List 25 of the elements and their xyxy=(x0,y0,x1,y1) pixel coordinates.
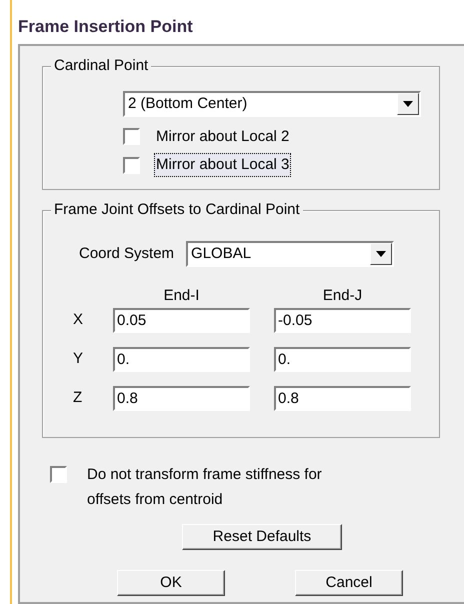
cancel-button[interactable]: Cancel xyxy=(295,570,403,596)
offset-field[interactable]: 0.8 xyxy=(113,386,250,410)
dropdown-arrow-icon xyxy=(403,101,413,107)
axis-label: Z xyxy=(73,388,84,408)
field-label: Coord System xyxy=(79,244,174,264)
offset-field[interactable]: 0.05 xyxy=(113,308,250,332)
checkbox[interactable] xyxy=(123,156,140,174)
checkbox-label: Mirror about Local 2 xyxy=(155,126,290,146)
checkbox-label: Mirror about Local 3 xyxy=(154,152,292,178)
coord-system-dropdown[interactable]: GLOBAL xyxy=(186,241,394,267)
reset-defaults-button[interactable]: Reset Defaults xyxy=(182,524,342,550)
offset-field[interactable]: -0.05 xyxy=(274,308,411,332)
column-header: End-J xyxy=(322,286,364,306)
axis-label: Y xyxy=(73,348,84,369)
cardinal-point-dropdown[interactable]: 2 (Bottom Center) xyxy=(123,91,421,117)
dropdown-arrow-icon xyxy=(376,251,386,257)
offset-field[interactable]: 0. xyxy=(274,346,411,372)
offset-field[interactable]: 0. xyxy=(113,346,250,372)
ok-button[interactable]: OK xyxy=(117,570,225,596)
checkbox-label: Do not transform frame stiffness for offsets from centroid xyxy=(87,465,323,510)
axis-label: X xyxy=(73,310,84,330)
checkbox[interactable] xyxy=(123,128,140,146)
offset-field[interactable]: 0.8 xyxy=(274,386,411,410)
checkbox[interactable] xyxy=(50,466,67,483)
column-header: End-I xyxy=(162,286,200,306)
